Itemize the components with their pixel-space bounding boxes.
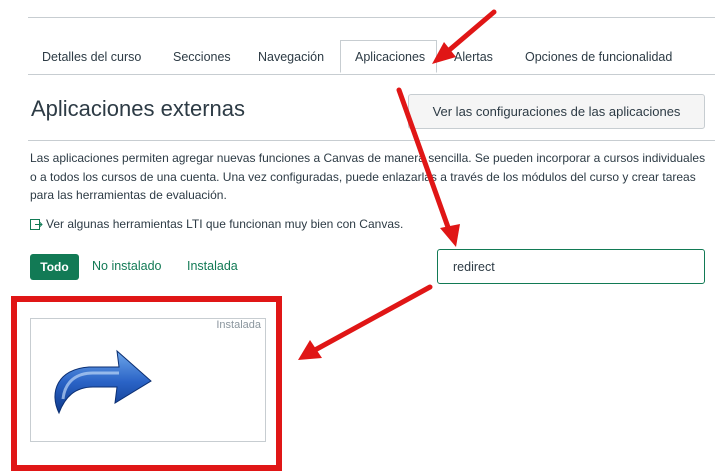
lti-tools-link-text: Ver algunas herramientas LTI que funcion… [46,217,404,231]
filter-all-button[interactable]: Todo [30,254,79,280]
tab-feature-options[interactable]: Opciones de funcionalidad [525,41,672,73]
top-divider [28,17,715,18]
apps-description: Las aplicaciones permiten agregar nuevas… [30,151,706,202]
app-card[interactable]: Instalada [30,318,266,442]
redirect-arrow-icon [54,349,152,415]
settings-tabs: Detalles del curso Secciones Navegación … [28,40,715,75]
tab-course-details[interactable]: Detalles del curso [42,41,141,73]
filter-not-installed[interactable]: No instalado [92,259,162,273]
page-title: Aplicaciones externas [31,96,246,121]
view-app-configurations-button[interactable]: Ver las configuraciones de las aplicacio… [408,94,705,129]
header-divider [28,140,715,141]
search-input[interactable] [437,249,705,284]
tab-alerts[interactable]: Alertas [454,41,493,73]
lti-tools-link[interactable]: Ver algunas herramientas LTI que funcion… [30,217,403,231]
tab-navigation[interactable]: Navegación [258,41,324,73]
installed-badge: Instalada [216,319,261,331]
tab-sections[interactable]: Secciones [173,41,231,73]
external-link-icon [30,218,43,230]
filter-installed[interactable]: Instalada [187,259,238,273]
tab-apps[interactable]: Aplicaciones [340,40,437,73]
